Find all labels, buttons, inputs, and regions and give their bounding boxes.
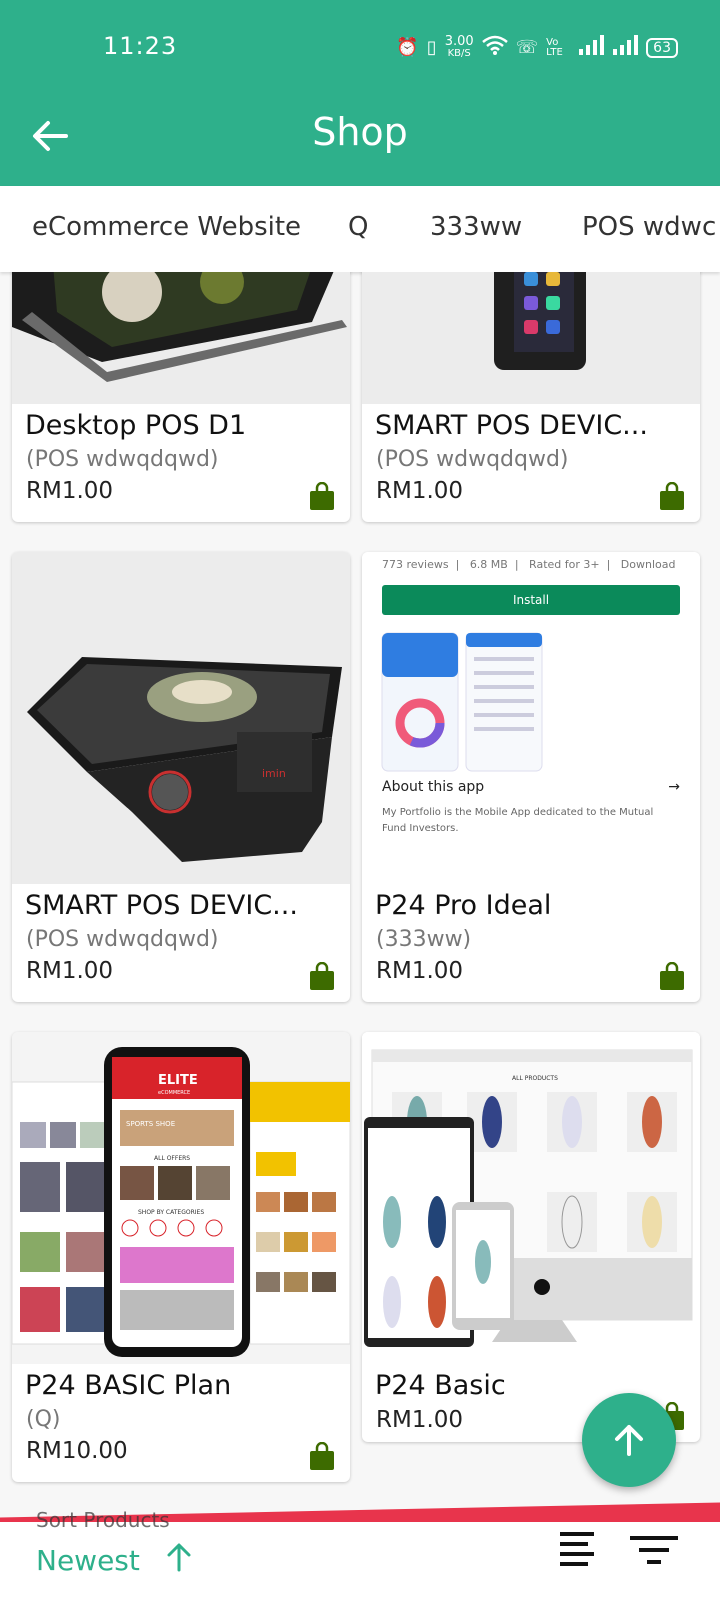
- arrow-right-icon: →: [668, 779, 680, 795]
- wifi-icon: [481, 34, 508, 61]
- product-image: [362, 272, 700, 404]
- size-text: 6.8 MB: [469, 558, 508, 571]
- reviews-text: 773 reviews: [382, 558, 449, 571]
- net-speed-unit: KB/S: [447, 47, 471, 59]
- signal-icon-2: [612, 35, 639, 60]
- product-name: SMART POS DEVIC...: [375, 410, 648, 441]
- product-image: 773 reviews | 6.8 MB | Rated for 3+ | Do…: [362, 552, 700, 884]
- volte-icon: Vo LTE: [546, 36, 563, 58]
- scroll-to-top-button[interactable]: [582, 1393, 676, 1487]
- product-price: RM1.00: [26, 958, 114, 984]
- tab-333ww[interactable]: 333ww: [430, 212, 522, 242]
- signal-icon-1: [578, 35, 605, 60]
- product-image: [12, 272, 350, 404]
- status-icons: ⏰ ▯ 3.00 KB/S ☏ Vo LTE 63: [396, 34, 678, 61]
- product-name: Desktop POS D1: [25, 410, 247, 441]
- product-price: RM1.00: [26, 478, 114, 504]
- product-image: ALL PRODUCTS: [362, 1032, 700, 1364]
- tab-ecommerce-website[interactable]: eCommerce Website: [32, 212, 301, 242]
- all-products-text: ALL PRODUCTS: [512, 1075, 558, 1082]
- arrow-up-icon: [615, 1425, 643, 1456]
- sort-products-label: Sort Products: [36, 1508, 170, 1532]
- list-view-icon[interactable]: [560, 1528, 600, 1568]
- product-price: RM1.00: [376, 478, 464, 504]
- product-image: imin: [12, 552, 350, 884]
- product-price: RM1.00: [376, 958, 464, 984]
- product-category: (POS wdwqdqwd): [26, 447, 219, 472]
- product-grid: Desktop POS D1 (POS wdwqdqwd) RM1.00 SMA…: [0, 272, 720, 1504]
- app-bar: Shop: [0, 92, 720, 186]
- shop-by-categories-text: SHOP BY CATEGORIES: [138, 1209, 204, 1216]
- shopping-bag-icon[interactable]: [658, 482, 686, 510]
- shopping-bag-icon[interactable]: [308, 962, 336, 990]
- page-title: Shop: [312, 110, 408, 154]
- shopping-bag-icon[interactable]: [308, 482, 336, 510]
- vibrate-icon: ▯: [426, 37, 437, 58]
- product-name: P24 Basic: [375, 1370, 506, 1401]
- rated-text: Rated for 3+: [529, 558, 600, 571]
- product-card[interactable]: SMART POS DEVIC... (POS wdwqdqwd) RM1.00: [362, 272, 700, 522]
- alarm-icon: ⏰: [396, 37, 419, 58]
- product-card[interactable]: ALL PRODUCTS P24 Basic RM1.00: [362, 1032, 700, 1442]
- product-card[interactable]: 773 reviews | 6.8 MB | Rated for 3+ | Do…: [362, 552, 700, 1002]
- tab-pos[interactable]: POS wdwc: [582, 212, 716, 242]
- product-category: (333ww): [376, 927, 472, 952]
- wifi-calling-icon: ☏: [515, 37, 539, 58]
- filter-icon[interactable]: [630, 1528, 680, 1572]
- tab-q[interactable]: Q: [348, 212, 368, 242]
- battery-icon: 63: [646, 37, 678, 58]
- app-store-meta: 773 reviews | 6.8 MB | Rated for 3+ | Do…: [382, 558, 676, 571]
- sports-shoe-text: SPORTS SHOE: [126, 1120, 175, 1128]
- sort-bar: Sort Products Newest: [0, 1508, 720, 1600]
- shopping-bag-icon[interactable]: [308, 1442, 336, 1470]
- product-card[interactable]: imin SMART POS DEVIC... (POS wdwqdqwd) R…: [12, 552, 350, 1002]
- product-card[interactable]: ELITE eCOMMERCE SPORTS SHOE ALL OFFERS S…: [12, 1032, 350, 1482]
- all-offers-text: ALL OFFERS: [154, 1155, 190, 1162]
- product-name: SMART POS DEVIC...: [25, 890, 298, 921]
- product-category: (POS wdwqdqwd): [26, 927, 219, 952]
- product-category: (POS wdwqdqwd): [376, 447, 569, 472]
- product-price: RM10.00: [26, 1438, 128, 1464]
- about-app-row: About this app →: [362, 773, 700, 795]
- elite-sub-text: eCOMMERCE: [158, 1090, 190, 1096]
- status-bar: 11:23 ⏰ ▯ 3.00 KB/S ☏ Vo LTE 63: [0, 0, 720, 92]
- elite-brand-text: ELITE: [158, 1073, 198, 1088]
- about-app-text: About this app: [382, 779, 485, 795]
- product-card[interactable]: Desktop POS D1 (POS wdwqdqwd) RM1.00: [12, 272, 350, 522]
- download-text: Download: [620, 558, 676, 571]
- product-image: ELITE eCOMMERCE SPORTS SHOE ALL OFFERS S…: [12, 1032, 350, 1364]
- product-name: P24 BASIC Plan: [25, 1370, 232, 1401]
- install-button-image: Install: [382, 585, 680, 615]
- product-name: P24 Pro Ideal: [375, 890, 552, 921]
- net-speed: 3.00 KB/S: [444, 33, 474, 60]
- category-tabs: eCommerce Website Q 333ww POS wdwc: [0, 186, 720, 272]
- svg-text:imin: imin: [262, 767, 286, 780]
- sort-direction-icon[interactable]: [166, 1542, 192, 1580]
- shopping-bag-icon[interactable]: [658, 962, 686, 990]
- app-description: My Portfolio is the Mobile App dedicated…: [382, 807, 654, 834]
- product-category: (Q): [26, 1407, 61, 1432]
- app-preview-image: [381, 632, 543, 772]
- sort-order-label[interactable]: Newest: [36, 1544, 140, 1577]
- status-time: 11:23: [103, 32, 178, 60]
- net-speed-value: 3.00: [444, 33, 474, 49]
